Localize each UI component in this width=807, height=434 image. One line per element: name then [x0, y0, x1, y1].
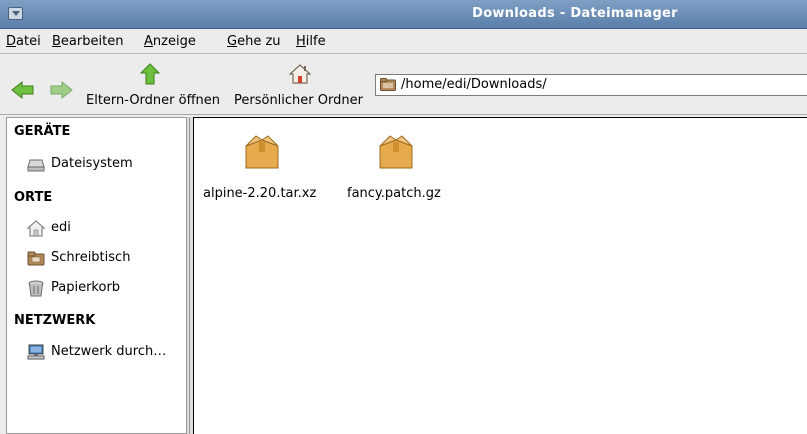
sidebar-header-devices: GERÄTE: [14, 124, 71, 139]
trash-icon: [28, 280, 44, 297]
menu-hilfe[interactable]: Hilfe: [296, 34, 326, 49]
sidebar: GERÄTE Dateisystem ORTE edi Schreibtisch: [6, 117, 187, 434]
back-arrow-icon: [11, 80, 34, 100]
file-name: alpine-2.20.tar.xz: [203, 186, 317, 201]
parent-folder-label[interactable]: Eltern-Ordner öffnen: [86, 93, 220, 108]
menu-datei[interactable]: Datei: [6, 34, 41, 49]
package-icon: [245, 135, 279, 169]
up-arrow-icon: [139, 63, 161, 85]
location-path[interactable]: /home/edi/Downloads/: [401, 77, 547, 92]
sidebar-item-edi[interactable]: edi: [13, 218, 187, 240]
sidebar-item-label: Papierkorb: [51, 280, 121, 295]
sidebar-header-places: ORTE: [14, 190, 53, 205]
network-icon: [27, 344, 45, 360]
sidebar-item-label: Dateisystem: [51, 156, 133, 171]
menu-bearbeiten[interactable]: Bearbeiten: [52, 34, 123, 49]
home-icon: [288, 64, 312, 84]
menu-gehe-zu[interactable]: Gehe zu: [227, 34, 281, 49]
forward-arrow-icon: [50, 80, 73, 100]
sidebar-item-label: edi: [51, 220, 71, 235]
window-title: Downloads - Dateimanager: [472, 6, 678, 21]
drive-icon: [27, 159, 45, 172]
file-view[interactable]: alpine-2.20.tar.xz fancy.patch.gz: [193, 117, 807, 434]
sidebar-header-network: NETZWERK: [14, 313, 96, 328]
file-name: fancy.patch.gz: [347, 186, 441, 201]
back-button[interactable]: [10, 80, 36, 100]
forward-button[interactable]: [48, 80, 74, 100]
menubar: Datei Bearbeiten Anzeige Gehe zu Hilfe: [0, 29, 807, 54]
sidebar-item-schreibtisch[interactable]: Schreibtisch: [13, 248, 187, 270]
location-bar[interactable]: /home/edi/Downloads/: [375, 74, 807, 96]
home-folder-label[interactable]: Persönlicher Ordner: [234, 93, 363, 108]
sidebar-item-dateisystem[interactable]: Dateisystem: [13, 154, 187, 176]
sidebar-item-netzwerk[interactable]: Netzwerk durch…: [13, 342, 187, 364]
package-icon: [379, 135, 413, 169]
toolbar: Eltern-Ordner öffnen Persönlicher Ordner…: [0, 55, 807, 115]
title-bar[interactable]: Downloads - Dateimanager: [0, 0, 807, 29]
desktop-folder-icon: [27, 251, 45, 266]
home-button[interactable]: [288, 63, 312, 85]
parent-folder-button[interactable]: [139, 63, 161, 85]
sidebar-item-label: Schreibtisch: [51, 250, 131, 265]
menu-anzeige[interactable]: Anzeige: [144, 34, 196, 49]
sidebar-item-label: Netzwerk durch…: [51, 344, 167, 359]
folder-icon: [380, 78, 396, 91]
sidebar-item-papierkorb[interactable]: Papierkorb: [13, 278, 187, 300]
file-manager-window: Downloads - Dateimanager Datei Bearbeite…: [0, 0, 807, 434]
home-icon: [27, 220, 45, 237]
